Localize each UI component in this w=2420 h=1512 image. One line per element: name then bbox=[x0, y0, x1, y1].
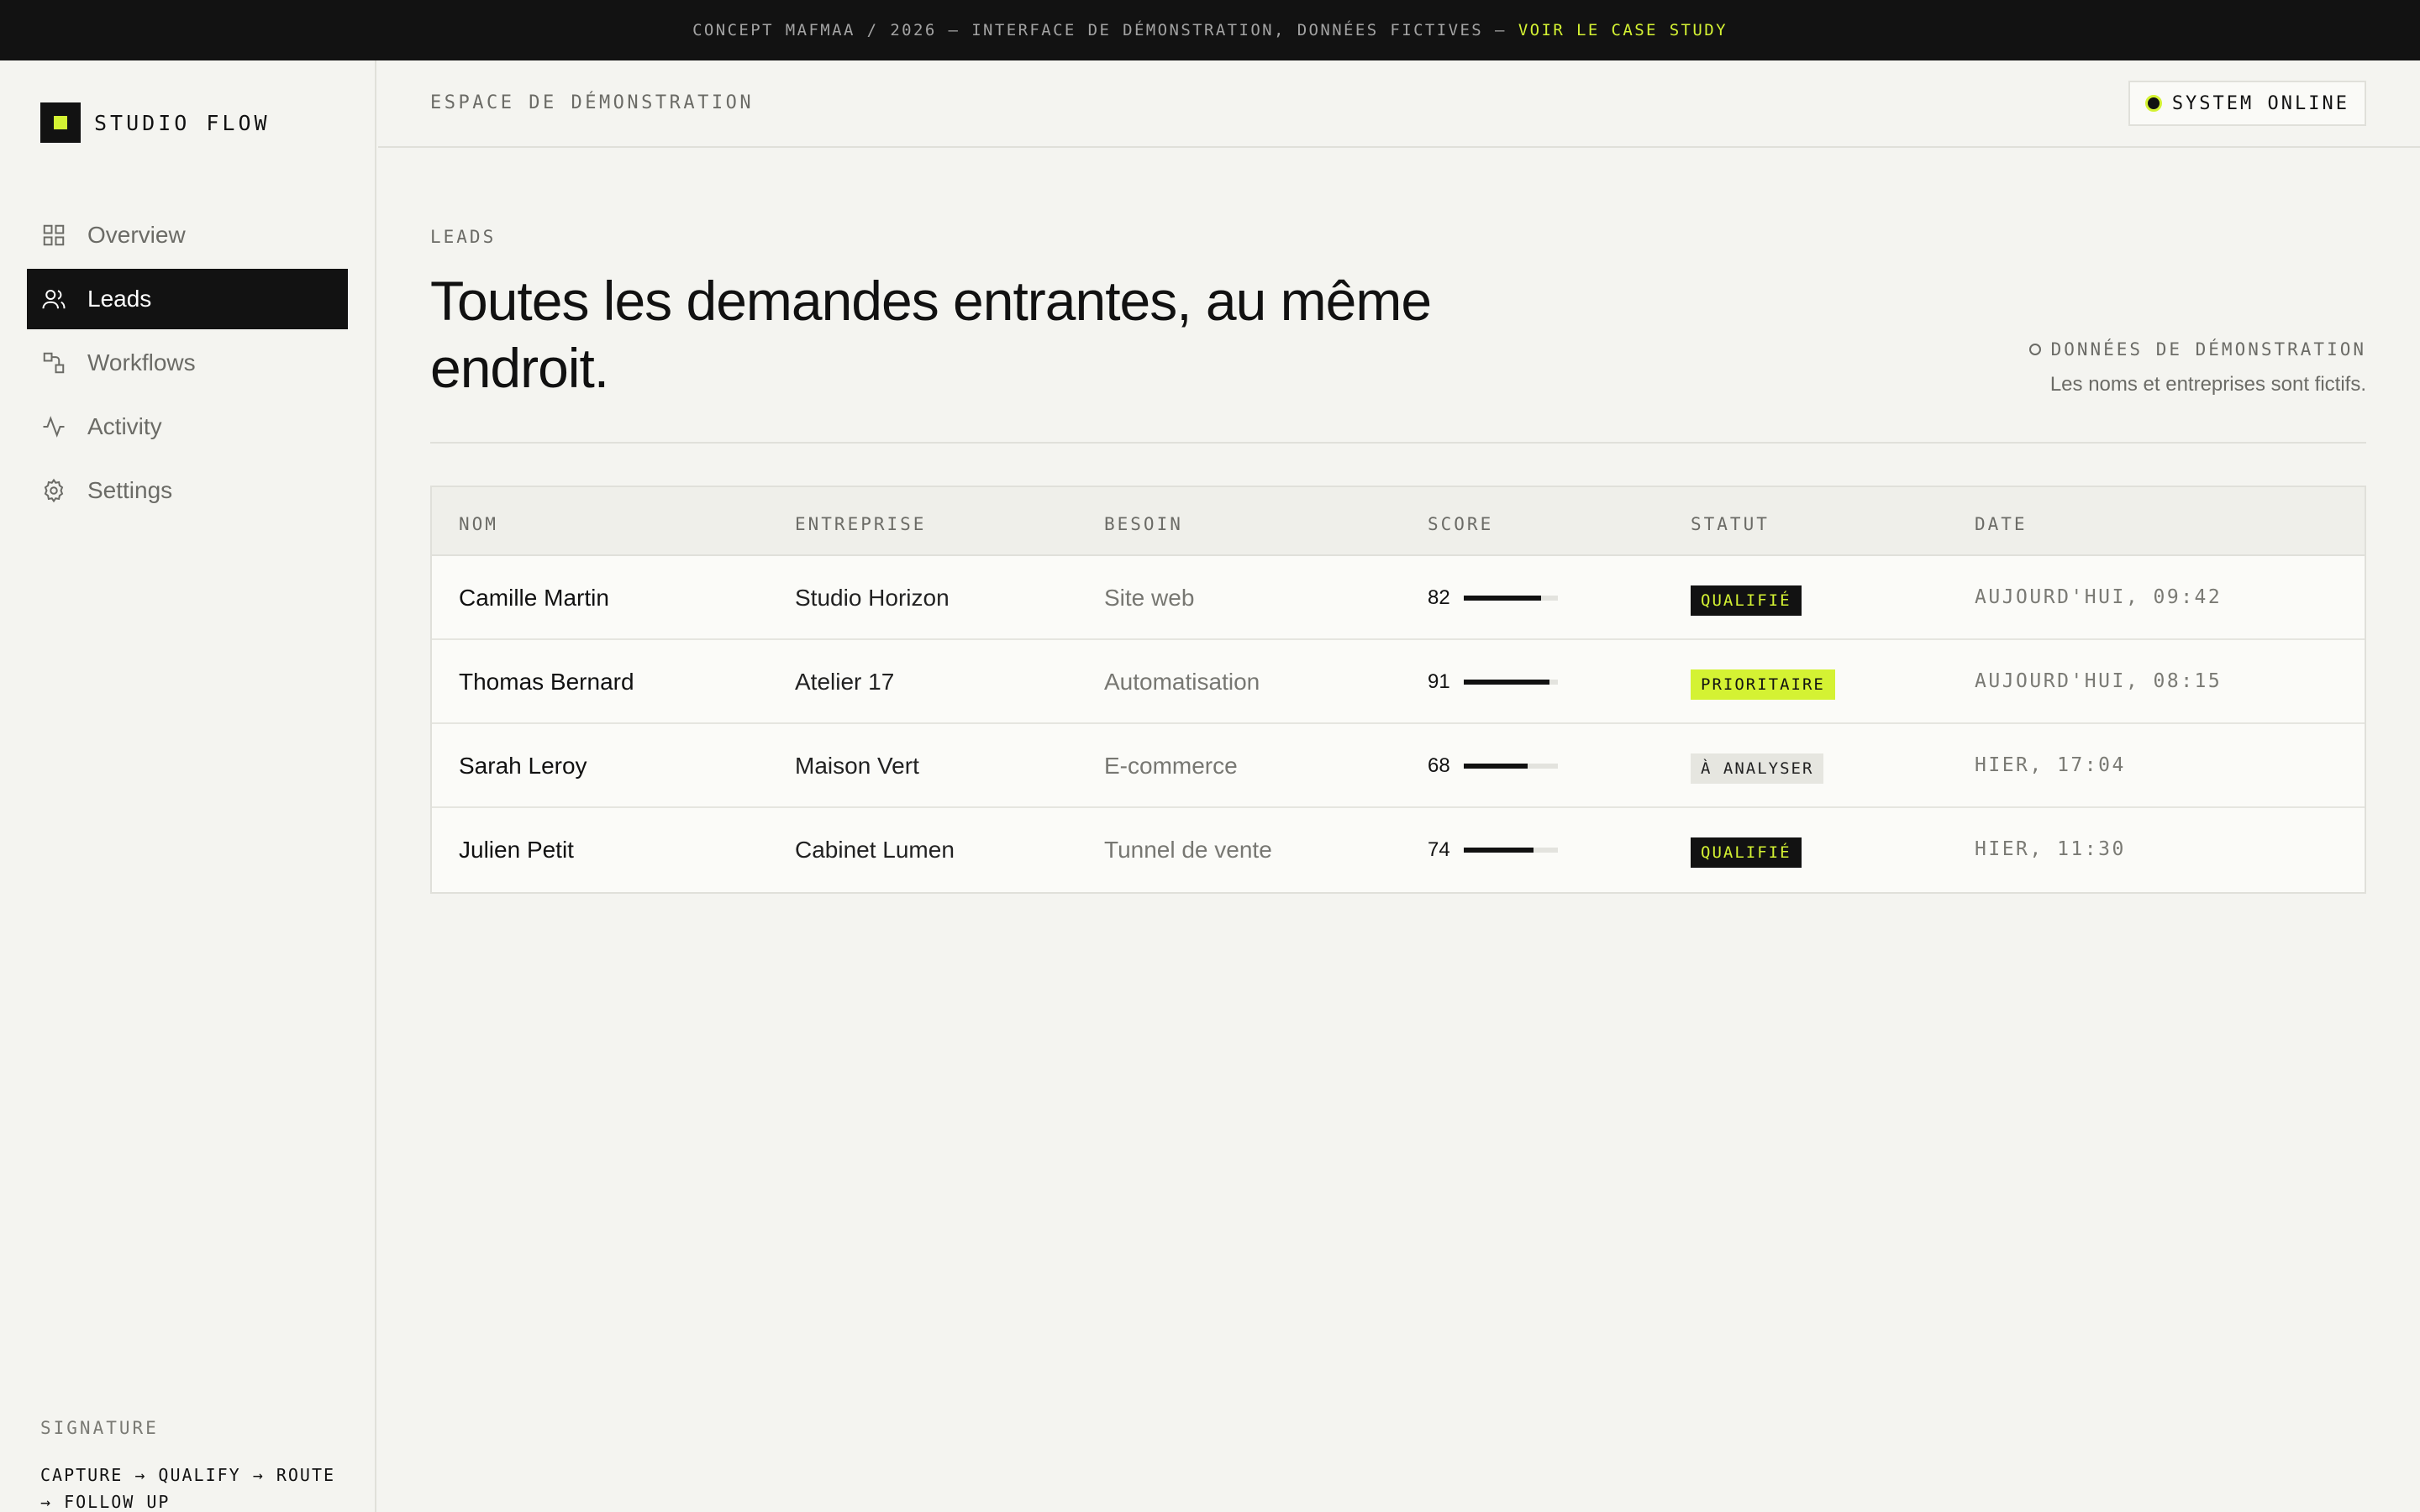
brand-logo[interactable]: STUDIO FLOW bbox=[40, 102, 271, 143]
workflow-icon bbox=[40, 349, 67, 376]
workspace-label: ESPACE DE DÉMONSTRATION bbox=[430, 92, 755, 113]
signature-title: SIGNATURE bbox=[40, 1418, 159, 1438]
demo-data-flag: DONNÉES DE DÉMONSTRATION bbox=[2028, 339, 2366, 360]
lead-name: Julien Petit bbox=[459, 837, 574, 863]
top-header: ESPACE DE DÉMONSTRATION SYSTEM ONLINE bbox=[378, 60, 2420, 148]
system-status-text: SYSTEM ONLINE bbox=[2171, 92, 2349, 114]
lead-date: AUJOURD'HUI, 09:42 bbox=[1975, 586, 2223, 608]
status-badge: À ANALYSER bbox=[1691, 753, 1824, 784]
grid-icon bbox=[40, 222, 67, 249]
page-title: Toutes les demandes entrantes, au même e… bbox=[430, 270, 1432, 399]
sidebar-item-label: Settings bbox=[87, 477, 173, 503]
signature-block: SIGNATURE CAPTURE → QUALIFY → ROUTE → FO… bbox=[40, 1418, 351, 1512]
circle-icon bbox=[2028, 344, 2041, 355]
lead-name: Sarah Leroy bbox=[459, 753, 587, 779]
section-divider bbox=[430, 442, 2366, 444]
score-bar bbox=[1463, 848, 1558, 853]
table-row[interactable]: Julien Petit Cabinet Lumen Tunnel de ven… bbox=[432, 808, 2365, 892]
logo-mark-icon bbox=[40, 102, 81, 143]
lead-company: Studio Horizon bbox=[795, 585, 950, 611]
score-value: 74 bbox=[1428, 838, 1450, 861]
banner-text: CONCEPT MAFMAA / 2026 — INTERFACE DE DÉM… bbox=[692, 21, 1507, 39]
lead-date: AUJOURD'HUI, 08:15 bbox=[1975, 670, 2223, 692]
score-bar bbox=[1463, 764, 1558, 769]
lead-name: Thomas Bernard bbox=[459, 669, 634, 695]
column-header-besoin[interactable]: BESOIN bbox=[1104, 514, 1183, 534]
gear-icon bbox=[40, 477, 67, 504]
lead-status: PRIORITAIRE bbox=[1691, 669, 1835, 700]
lead-score: 74 bbox=[1428, 838, 1558, 862]
lead-need: Site web bbox=[1104, 585, 1195, 611]
status-badge: PRIORITAIRE bbox=[1691, 669, 1835, 700]
lead-need: E-commerce bbox=[1104, 753, 1238, 779]
sidebar-item-overview[interactable]: Overview bbox=[27, 205, 348, 265]
lead-date: HIER, 17:04 bbox=[1975, 754, 2126, 776]
lead-status: QUALIFIÉ bbox=[1691, 837, 1802, 868]
lead-company: Cabinet Lumen bbox=[795, 837, 955, 863]
lead-company: Maison Vert bbox=[795, 753, 919, 779]
lead-need: Tunnel de vente bbox=[1104, 837, 1272, 863]
status-badge: QUALIFIÉ bbox=[1691, 585, 1802, 616]
column-header-statut[interactable]: STATUT bbox=[1691, 514, 1770, 534]
score-bar bbox=[1463, 596, 1558, 601]
score-bar-fill bbox=[1463, 596, 1541, 601]
score-bar bbox=[1463, 680, 1558, 685]
score-bar-fill bbox=[1463, 764, 1528, 769]
lead-status: QUALIFIÉ bbox=[1691, 585, 1802, 616]
sidebar-item-label: Overview bbox=[87, 222, 186, 248]
system-status-badge[interactable]: SYSTEM ONLINE bbox=[2128, 81, 2366, 126]
sidebar-item-workflows[interactable]: Workflows bbox=[27, 333, 348, 393]
lead-score: 68 bbox=[1428, 754, 1558, 778]
score-value: 82 bbox=[1428, 586, 1450, 609]
demo-banner: CONCEPT MAFMAA / 2026 — INTERFACE DE DÉM… bbox=[0, 0, 2420, 60]
status-badge: QUALIFIÉ bbox=[1691, 837, 1802, 868]
users-icon bbox=[40, 286, 67, 312]
signature-text: CAPTURE → QUALIFY → ROUTE → FOLLOW UP bbox=[40, 1465, 336, 1512]
score-value: 91 bbox=[1428, 670, 1450, 693]
status-dot-icon bbox=[2144, 95, 2162, 112]
section-eyebrow: LEADS bbox=[430, 227, 497, 247]
lead-date: HIER, 11:30 bbox=[1975, 838, 2126, 860]
lead-score: 82 bbox=[1428, 586, 1558, 610]
score-bar-fill bbox=[1463, 848, 1534, 853]
brand-name: STUDIO FLOW bbox=[94, 110, 271, 135]
table-header: NOM ENTREPRISE BESOIN SCORE STATUT DATE bbox=[432, 487, 2365, 556]
column-header-nom[interactable]: NOM bbox=[459, 514, 498, 534]
demo-data-note: DONNÉES DE DÉMONSTRATION Les noms et ent… bbox=[2028, 339, 2366, 396]
sidebar: STUDIO FLOW Overview Leads Workflows Act… bbox=[0, 60, 376, 1512]
table-row[interactable]: Camille Martin Studio Horizon Site web 8… bbox=[432, 556, 2365, 640]
leads-table: NOM ENTREPRISE BESOIN SCORE STATUT DATE … bbox=[430, 486, 2366, 894]
score-bar-fill bbox=[1463, 680, 1549, 685]
demo-data-subtitle: Les noms et entreprises sont fictifs. bbox=[2049, 373, 2366, 396]
sidebar-item-label: Workflows bbox=[87, 349, 196, 375]
table-row[interactable]: Thomas Bernard Atelier 17 Automatisation… bbox=[432, 640, 2365, 724]
sidebar-item-label: Leads bbox=[87, 286, 152, 312]
column-header-entreprise[interactable]: ENTREPRISE bbox=[795, 514, 926, 534]
sidebar-nav: Overview Leads Workflows Activity Settin… bbox=[27, 205, 348, 524]
sidebar-item-activity[interactable]: Activity bbox=[27, 396, 348, 457]
sidebar-item-label: Activity bbox=[87, 413, 162, 439]
column-header-date[interactable]: DATE bbox=[1975, 514, 2028, 534]
lead-company: Atelier 17 bbox=[795, 669, 895, 695]
lead-status: À ANALYSER bbox=[1691, 753, 1824, 784]
table-row[interactable]: Sarah Leroy Maison Vert E-commerce 68 À … bbox=[432, 724, 2365, 808]
sidebar-item-leads[interactable]: Leads bbox=[27, 269, 348, 329]
lead-name: Camille Martin bbox=[459, 585, 609, 611]
column-header-score[interactable]: SCORE bbox=[1428, 514, 1493, 534]
case-study-link[interactable]: VOIR LE CASE STUDY bbox=[1518, 21, 1728, 39]
lead-need: Automatisation bbox=[1104, 669, 1260, 695]
sidebar-item-settings[interactable]: Settings bbox=[27, 460, 348, 521]
demo-data-label: DONNÉES DE DÉMONSTRATION bbox=[2050, 339, 2366, 360]
lead-score: 91 bbox=[1428, 670, 1558, 694]
score-value: 68 bbox=[1428, 754, 1450, 777]
activity-icon bbox=[40, 413, 67, 440]
